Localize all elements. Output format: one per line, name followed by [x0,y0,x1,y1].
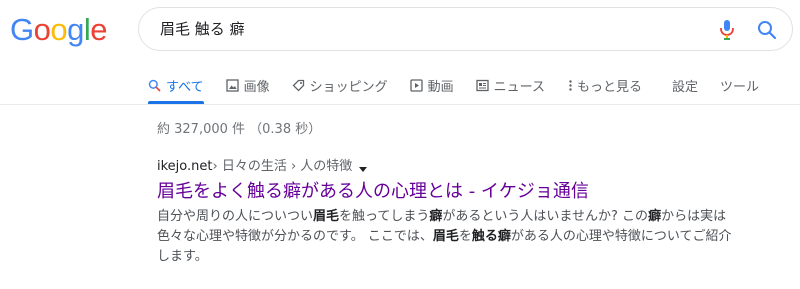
tabs-divider [0,104,800,105]
snippet-highlight: 癖 [648,209,662,224]
logo-letter: e [90,12,108,47]
snippet-highlight: 眉毛 [432,229,459,244]
snippet-text: を [458,229,472,244]
result-breadcrumb: › 日々の生活 › 人の特徴 [212,159,353,174]
tab-label: 画像 [243,79,270,95]
search-result: ikejo.net › 日々の生活 › 人の特徴 眉毛をよく触る癖がある人の心理… [157,158,737,267]
news-icon [475,79,489,92]
microphone-icon[interactable] [717,19,737,41]
snippet-text: を触ってしまう [339,209,430,224]
result-domain: ikejo.net [157,159,213,174]
result-stats: 約 327,000 件 （0.38 秒） [157,122,322,137]
snippet-highlight: 癖 [429,209,443,224]
snippet-highlight: 眉毛 [313,209,340,224]
snippet-highlight: 癖 [497,229,511,244]
tab-settings[interactable]: 設定 [672,74,698,96]
search-results-page: Google 眉毛 触る 癖 すべて 画像 ショッピング 動画 ニュース もっと… [0,0,800,289]
tab-label: 設定 [672,79,699,95]
search-input[interactable]: 眉毛 触る 癖 [160,19,245,39]
tab-label: 動画 [427,79,454,95]
result-snippet: 自分や周りの人についつい眉毛を触ってしまう癖があるという人はいませんか? この癖… [157,207,732,267]
tab-label: もっと見る [576,79,642,95]
logo-letter: G [10,12,34,47]
snippet-highlight: 触る [471,229,498,244]
tab-images[interactable]: 画像 [225,74,270,96]
search-icon [148,79,161,92]
snippet-text: 自分や周りの人についつい [157,209,314,224]
tab-all[interactable]: すべて [148,74,204,104]
caret-down-icon[interactable] [358,162,368,172]
tab-more[interactable]: もっと見る [567,74,642,96]
tab-news[interactable]: ニュース [475,74,545,96]
tab-tools[interactable]: ツール [720,74,759,96]
tab-label: ショッピング [309,79,388,95]
image-icon [225,78,239,92]
snippet-text: があるという人はいませんか? この [442,209,649,224]
tab-label: すべて [166,79,204,95]
more-vert-icon [567,79,574,92]
tab-videos[interactable]: 動画 [409,74,454,96]
logo-letter: o [50,12,68,47]
search-box[interactable]: 眉毛 触る 癖 [138,7,793,51]
tag-icon [292,79,305,92]
play-icon [409,78,423,92]
tab-label: ツール [720,79,760,95]
logo-letter: o [33,12,51,47]
result-url[interactable]: ikejo.net › 日々の生活 › 人の特徴 [157,158,737,176]
google-logo[interactable]: Google [10,12,108,48]
search-icon[interactable] [756,19,778,41]
tab-label: ニュース [493,79,545,95]
logo-letter: g [67,12,84,47]
search-tabs: すべて 画像 ショッピング 動画 ニュース もっと見る 設定 ツール [148,74,781,104]
result-title-link[interactable]: 眉毛をよく触る癖がある人の心理とは - イケジョ通信 [157,180,737,204]
tab-shopping[interactable]: ショッピング [292,74,388,96]
